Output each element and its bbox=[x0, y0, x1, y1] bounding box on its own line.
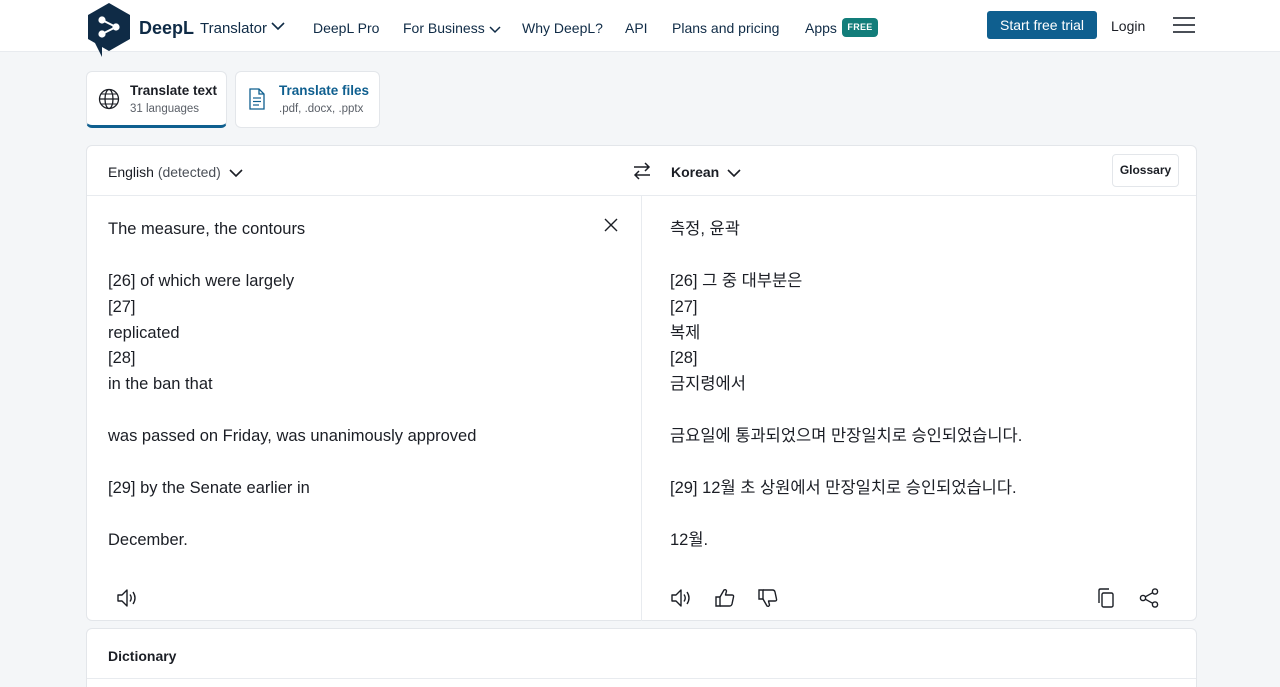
source-text-line: [29] by the Senate earlier in bbox=[108, 478, 310, 497]
chevron-down-icon[interactable] bbox=[271, 21, 285, 31]
dictionary-panel: Dictionary bbox=[86, 628, 1197, 687]
source-text-line bbox=[108, 398, 608, 424]
close-icon[interactable] bbox=[603, 217, 619, 233]
start-free-trial-button[interactable]: Start free trial bbox=[987, 11, 1097, 39]
nav-plans-and-pricing[interactable]: Plans and pricing bbox=[672, 20, 779, 36]
thumbs-down-icon[interactable] bbox=[756, 586, 780, 610]
nav-for-business[interactable]: For Business bbox=[403, 20, 501, 36]
source-text-line: [28] bbox=[108, 349, 136, 368]
translated-text-line: 금요일에 통과되었으며 만장일치로 승인되었습니다. bbox=[670, 427, 1023, 446]
source-text-line: was passed on Friday, was unanimously ap… bbox=[108, 427, 477, 446]
speaker-icon[interactable] bbox=[669, 586, 693, 610]
translated-text-line: 측정, 윤곽 bbox=[670, 220, 740, 238]
divider bbox=[641, 195, 642, 621]
source-language-selector[interactable]: English (detected) bbox=[108, 164, 243, 180]
source-text-line: The measure, the contours bbox=[108, 220, 306, 238]
translated-text-line: 복제 bbox=[670, 323, 701, 342]
nav-why-deepl[interactable]: Why DeepL? bbox=[522, 20, 603, 36]
swap-languages-icon[interactable] bbox=[632, 162, 652, 180]
source-language: English bbox=[108, 164, 154, 180]
dictionary-title[interactable]: Dictionary bbox=[108, 648, 176, 664]
translated-text-line: 금지령에서 bbox=[670, 375, 746, 394]
target-language: Korean bbox=[671, 164, 720, 180]
chevron-down-icon bbox=[229, 169, 243, 178]
source-text-line: December. bbox=[108, 530, 188, 549]
source-text-line bbox=[108, 502, 608, 528]
brand-name[interactable]: DeepL bbox=[139, 18, 194, 39]
tab-title: Translate text bbox=[130, 83, 218, 98]
translated-text-output: 측정, 윤곽 [26] 그 중 대부분은 [27] 복제 [28] 금지령에서금요일에 통… bbox=[670, 217, 1170, 554]
top-navigation-bar: DeepL Translator DeepL Pro For Business … bbox=[0, 0, 1280, 57]
source-text-line: [27] bbox=[108, 297, 136, 316]
brand-translator-menu[interactable]: Translator bbox=[200, 20, 267, 37]
source-text-line: [26] of which were largely bbox=[108, 271, 295, 290]
source-text-line bbox=[108, 450, 608, 476]
translated-text-line: 12월. bbox=[670, 530, 709, 549]
globe-icon bbox=[98, 88, 120, 110]
deepl-logo-icon[interactable] bbox=[86, 2, 132, 58]
hamburger-menu-icon[interactable] bbox=[1173, 17, 1197, 35]
source-text-input[interactable]: The measure, the contours [26] of which w… bbox=[108, 217, 608, 554]
source-text-line: in the ban that bbox=[108, 375, 213, 394]
glossary-button[interactable]: Glossary bbox=[1112, 154, 1179, 187]
tab-title: Translate files bbox=[279, 83, 370, 98]
copy-icon[interactable] bbox=[1094, 586, 1118, 610]
thumbs-up-icon[interactable] bbox=[713, 586, 737, 610]
nav-deepl-pro[interactable]: DeepL Pro bbox=[313, 20, 379, 36]
source-text-line: replicated bbox=[108, 323, 180, 342]
translated-text-line bbox=[670, 450, 1170, 476]
nav-api[interactable]: API bbox=[625, 20, 648, 36]
chevron-down-icon bbox=[727, 169, 741, 178]
translator-panel: English (detected) Korean Glossary The m… bbox=[86, 145, 1197, 621]
target-language-selector[interactable]: Korean bbox=[671, 164, 741, 180]
translated-text-line bbox=[670, 502, 1170, 528]
free-badge: FREE bbox=[842, 18, 878, 37]
translated-text-line bbox=[670, 398, 1170, 424]
speaker-icon[interactable] bbox=[115, 586, 139, 610]
translated-text-line: [28] bbox=[670, 349, 698, 368]
nav-apps[interactable]: Apps bbox=[805, 20, 837, 36]
document-icon bbox=[249, 88, 265, 110]
chevron-down-icon bbox=[489, 26, 501, 33]
translated-text-line: [26] 그 중 대부분은 bbox=[670, 271, 803, 290]
tab-translate-files[interactable]: Translate files .pdf, .docx, .pptx bbox=[235, 71, 380, 128]
tab-subtitle: 31 languages bbox=[130, 103, 200, 115]
tab-subtitle: .pdf, .docx, .pptx bbox=[279, 103, 364, 115]
source-text-line bbox=[108, 243, 608, 269]
translated-text-line: [27] bbox=[670, 297, 698, 316]
share-icon[interactable] bbox=[1137, 586, 1161, 610]
tab-translate-text[interactable]: Translate text 31 languages bbox=[86, 71, 227, 128]
translated-text-line: [29] 12월 초 상원에서 만장일치로 승인되었습니다. bbox=[670, 478, 1017, 497]
translated-text-line bbox=[670, 243, 1170, 269]
login-link[interactable]: Login bbox=[1111, 18, 1145, 34]
detected-label: (detected) bbox=[157, 164, 221, 180]
divider bbox=[87, 678, 1196, 679]
